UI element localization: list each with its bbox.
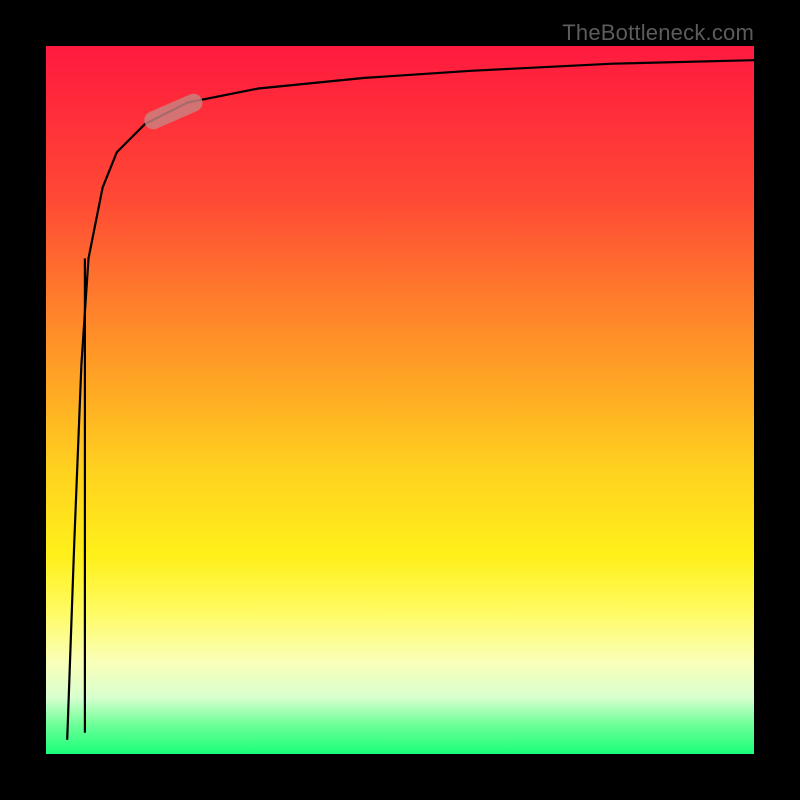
- highlight-pill: [141, 91, 205, 132]
- chart-frame: TheBottleneck.com: [0, 0, 800, 800]
- curve-line: [67, 60, 754, 740]
- chart-svg: [46, 46, 754, 754]
- watermark-text: TheBottleneck.com: [562, 20, 754, 46]
- plot-area: [46, 46, 754, 754]
